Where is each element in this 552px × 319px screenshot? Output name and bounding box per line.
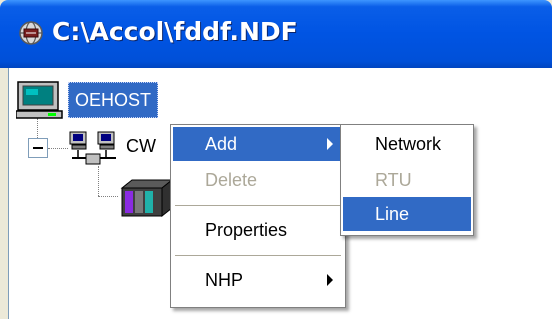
menu-item-label: NHP xyxy=(205,270,244,290)
menu-item-label: Line xyxy=(375,204,410,224)
submenu-arrow-icon xyxy=(327,274,333,286)
menu-item-label: RTU xyxy=(375,170,412,190)
window-title: C:\Accol\fddf.NDF xyxy=(52,17,298,46)
tree-node-root-label[interactable]: OEHOST xyxy=(68,82,159,118)
submenu-item-network[interactable]: Network xyxy=(343,127,471,161)
tree-connector xyxy=(37,118,38,138)
title-bar[interactable]: C:\Accol\fddf.NDF xyxy=(0,0,552,68)
add-submenu: Network RTU Line xyxy=(340,124,474,236)
tree-connector xyxy=(98,166,99,196)
ndf-window: C:\Accol\fddf.NDF OEHOST CW Add Delete P… xyxy=(0,0,552,319)
menu-item-label: Add xyxy=(205,134,238,154)
menu-separator xyxy=(175,255,341,256)
network-icon[interactable] xyxy=(68,130,120,166)
network-globe-icon xyxy=(19,21,43,45)
submenu-item-line[interactable]: Line xyxy=(343,197,471,231)
tree-node-child-label[interactable]: CW xyxy=(126,132,156,160)
submenu-arrow-icon xyxy=(327,138,333,150)
menu-item-delete: Delete xyxy=(173,163,343,197)
submenu-item-rtu: RTU xyxy=(343,163,471,197)
tree-connector xyxy=(98,196,118,197)
context-menu: Add Delete Properties NHP xyxy=(170,124,346,308)
menu-separator xyxy=(175,205,341,206)
menu-item-label: Network xyxy=(375,134,442,154)
menu-item-label: Delete xyxy=(205,170,258,190)
tree-connector xyxy=(48,148,68,149)
rtu-rack-icon[interactable] xyxy=(118,178,174,218)
menu-item-nhp[interactable]: NHP xyxy=(173,263,343,297)
collapse-icon[interactable] xyxy=(28,138,48,158)
computer-icon[interactable] xyxy=(16,80,64,120)
menu-item-label: Properties xyxy=(205,220,288,240)
menu-item-add[interactable]: Add xyxy=(173,127,343,161)
menu-item-properties[interactable]: Properties xyxy=(173,213,343,247)
